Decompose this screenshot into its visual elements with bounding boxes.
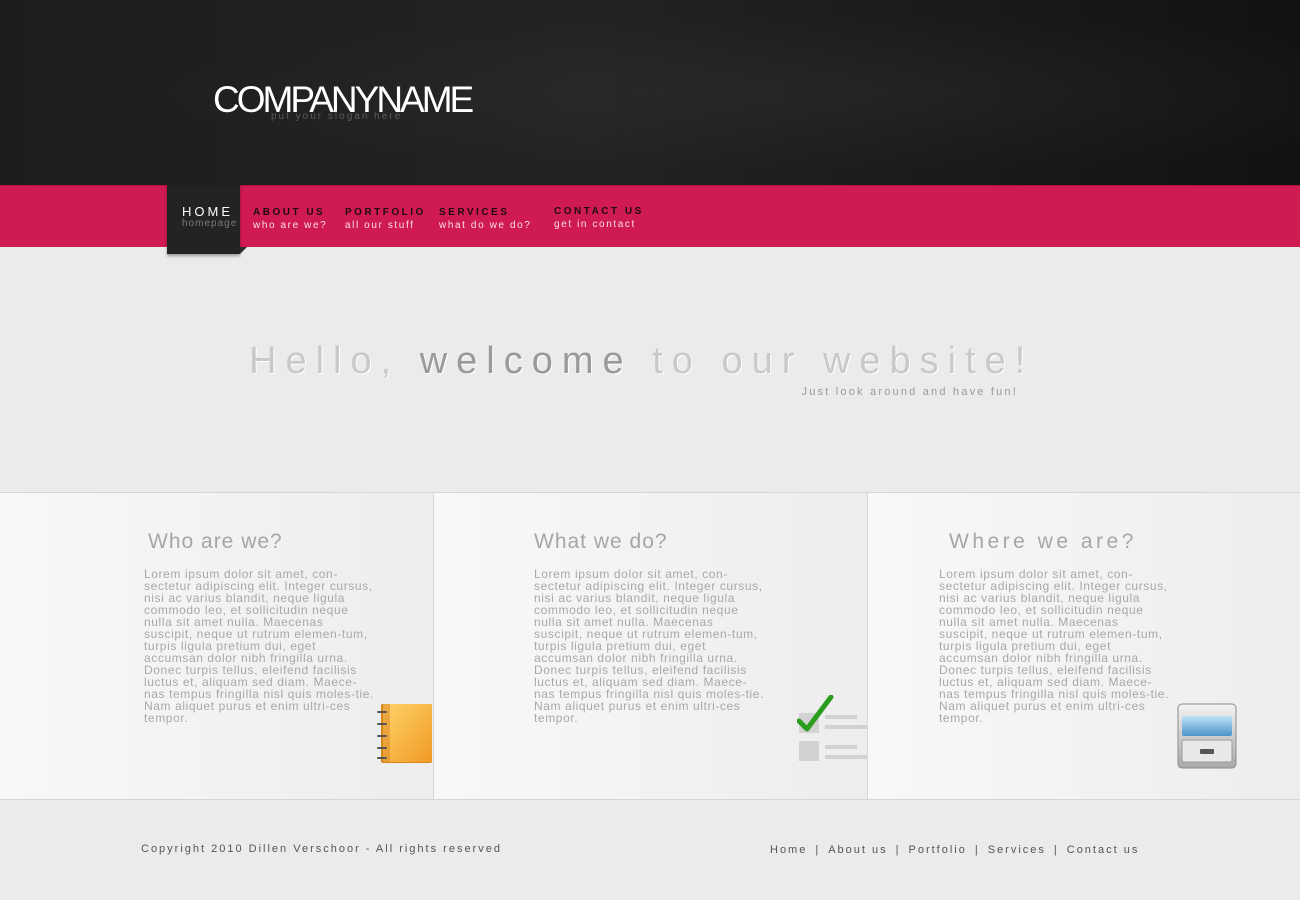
file-cabinet-icon: [1176, 702, 1238, 775]
nav-item-about-us[interactable]: ABOUT US who are we?: [253, 185, 327, 232]
column-heading: What we do?: [534, 530, 668, 553]
feature-columns: Who are we? Lorem ipsum dolor sit amet, …: [0, 492, 1300, 800]
nav-item-subtitle: who are we?: [253, 220, 328, 231]
column-text: Lorem ipsum dolor sit amet, con-sectetur…: [939, 567, 1170, 725]
column-heading: Where we are?: [949, 530, 1137, 553]
feature-column-where: Where we are? Lorem ipsum dolor sit amet…: [867, 493, 1300, 799]
footer-separator: |: [974, 844, 980, 856]
footer-separator: |: [815, 844, 821, 856]
footer-link-about-us[interactable]: About us: [828, 844, 887, 856]
copyright-text: Copyright 2010 Dillen Verschoor - All ri…: [141, 843, 502, 855]
column-text: Lorem ipsum dolor sit amet, con-sectetur…: [144, 567, 375, 725]
nav-item-title: PORTFOLIO: [345, 207, 426, 218]
footer-separator: |: [1053, 844, 1059, 856]
notebook-icon: [377, 703, 432, 770]
nav-item-title: CONTACT US: [554, 206, 644, 217]
column-text: Lorem ipsum dolor sit amet, con-sectetur…: [534, 567, 765, 725]
company-logo[interactable]: COMPANYNAME: [213, 78, 474, 122]
nav-item-title: SERVICES: [439, 207, 510, 218]
footer-link-home[interactable]: Home: [770, 844, 807, 856]
site-header: COMPANYNAME put your slogan here: [0, 0, 1300, 185]
slogan: put your slogan here: [271, 111, 403, 122]
nav-item-home[interactable]: HOME homepage: [167, 185, 247, 254]
welcome-subtitle: Just look around and have fun!: [801, 386, 1018, 398]
nav-item-subtitle: homepage: [182, 218, 238, 229]
welcome-heading-part1: Hello,: [249, 340, 420, 382]
nav-item-services[interactable]: SERVICES what do we do?: [439, 185, 531, 232]
footer-separator: |: [895, 844, 901, 856]
nav-item-subtitle: what do we do?: [439, 220, 532, 231]
nav-item-subtitle: all our stuff: [345, 220, 415, 231]
feature-column-what: What we do? Lorem ipsum dolor sit amet, …: [433, 493, 867, 799]
nav-item-contact-us[interactable]: CONTACT US get in contact: [554, 185, 644, 231]
feature-column-who: Who are we? Lorem ipsum dolor sit amet, …: [0, 493, 432, 799]
welcome-heading-part2: to our website!: [632, 340, 1035, 382]
footer-link-services[interactable]: Services: [988, 844, 1046, 856]
welcome-heading-highlight: welcome: [419, 340, 633, 382]
footer-link-portfolio[interactable]: Portfolio: [908, 844, 966, 856]
checklist-icon: [796, 694, 867, 770]
nav-item-title: HOME: [182, 204, 233, 219]
footer-nav: Home | About us | Portfolio | Services | Contact…: [770, 844, 1139, 856]
column-heading: Who are we?: [148, 530, 283, 553]
nav-item-subtitle: get in contact: [554, 219, 636, 230]
welcome-section: Hello, welcome to our website! Just look…: [0, 247, 1300, 492]
main-nav: HOME homepage ABOUT US who are we? PORTF…: [0, 185, 1300, 254]
footer-link-contact-us[interactable]: Contact us: [1067, 844, 1140, 856]
welcome-heading: Hello, welcome to our website!: [249, 339, 1034, 383]
nav-item-title: ABOUT US: [253, 207, 326, 218]
nav-item-portfolio[interactable]: PORTFOLIO all our stuff: [345, 185, 426, 232]
